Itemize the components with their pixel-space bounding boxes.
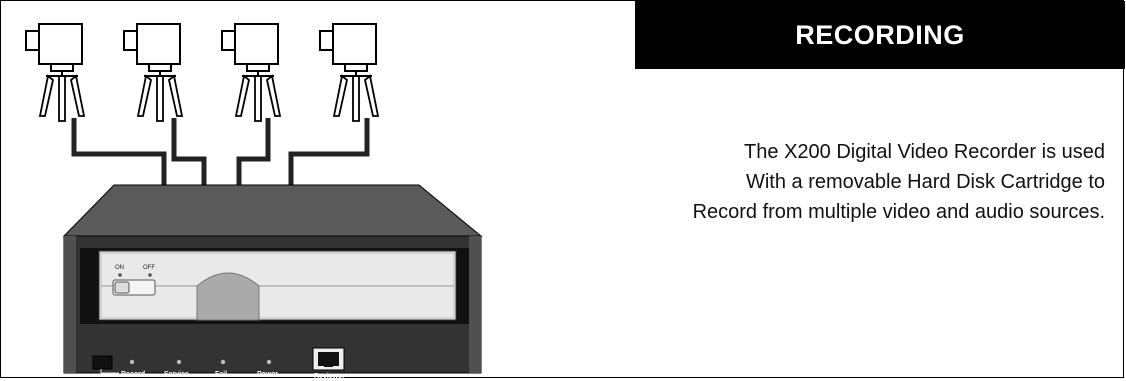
recording-setup-diagram: ON OFF Record Service Fail Power Reviewe…	[25, 23, 483, 380]
led-indicator-icon	[220, 359, 226, 365]
title-banner: RECORDING	[635, 1, 1125, 69]
led-indicator-icon	[176, 359, 182, 365]
indicator-label-record: Record	[121, 371, 145, 378]
switch-on-label: ON	[115, 265, 124, 271]
description: The X200 Digital Video Recorder is used …	[465, 137, 1105, 227]
ethernet-port-icon	[312, 347, 345, 371]
record-button	[92, 355, 113, 370]
indicator-label-power: Power	[257, 371, 278, 378]
camera-4	[319, 23, 379, 122]
description-line-3: Record from multiple video and audio sou…	[692, 201, 1105, 223]
figure-frame: RECORDING The X200 Digital Video Recorde…	[0, 0, 1125, 380]
led-indicator-icon	[129, 359, 135, 365]
indicator-label-service: Service	[164, 371, 189, 378]
led-indicator-icon	[266, 359, 272, 365]
description-line-1: The X200 Digital Video Recorder is used	[744, 141, 1105, 163]
hard-disk-cartridge-icon: ON OFF	[98, 250, 457, 321]
video-cables	[71, 118, 370, 187]
camera-2	[123, 23, 183, 122]
indicator-label-fail: Fail	[215, 371, 227, 378]
switch-off-label: OFF	[143, 265, 155, 271]
camera-3	[221, 23, 281, 122]
page-title: RECORDING	[795, 19, 965, 50]
description-line-2: With a removable Hard Disk Cartridge to	[745, 171, 1105, 193]
camera-1	[25, 23, 85, 122]
reviewer-port-label: Reviewer	[314, 373, 345, 380]
